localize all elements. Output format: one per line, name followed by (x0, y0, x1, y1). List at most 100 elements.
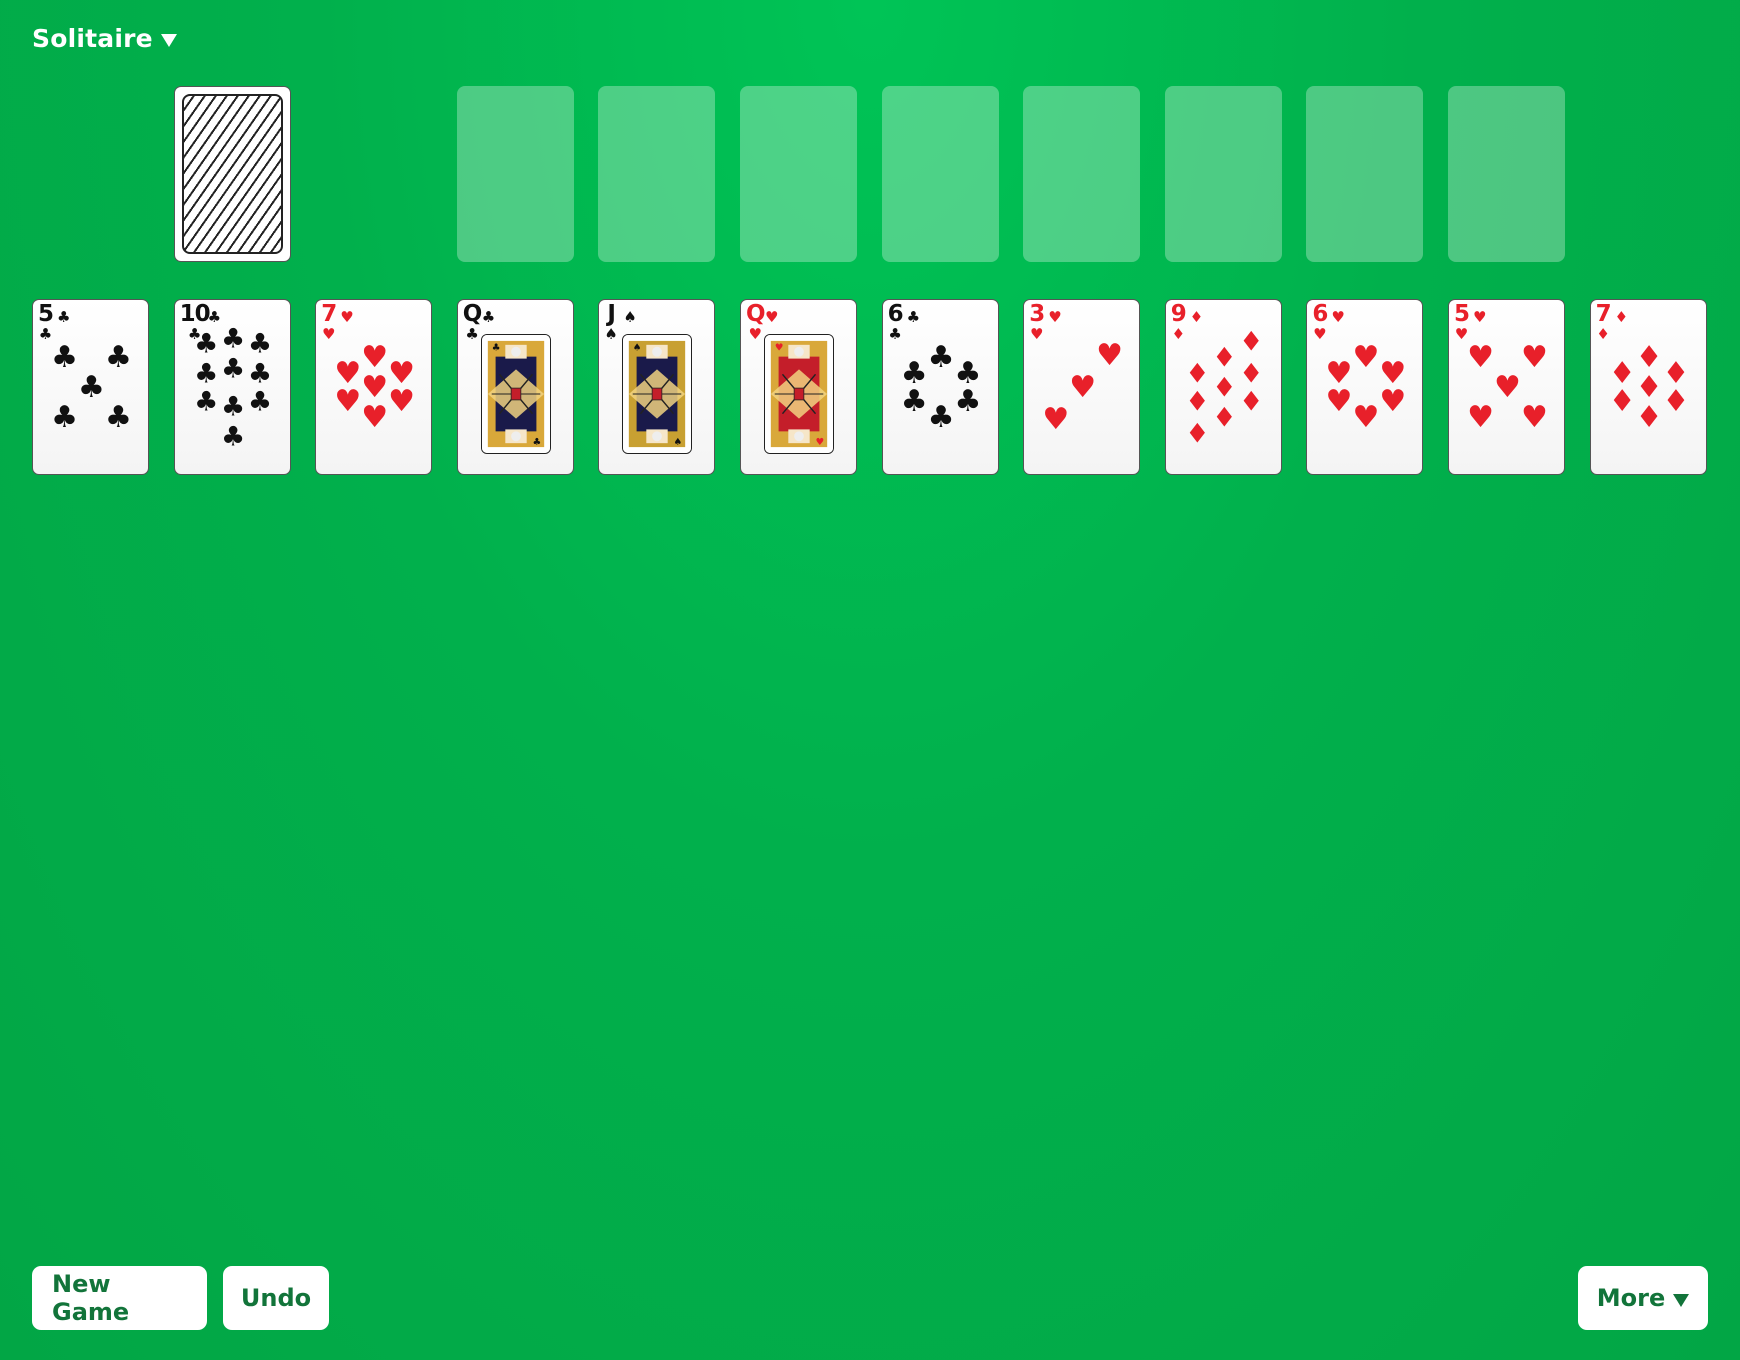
clubs-pip-icon: ♣ (247, 386, 273, 418)
clubs-icon: ♣ (465, 325, 479, 343)
playing-card[interactable]: 10 ♣ ♣ ♣ ♣ ♣ ♣ ♣ ♣ ♣ ♣ ♣ ♣ (173, 299, 291, 475)
clubs-icon: ♣ (481, 308, 496, 326)
card-rank: 7 (1595, 301, 1612, 327)
hearts-pip-icon: ♥ (361, 340, 389, 376)
foundation-slot[interactable] (740, 86, 857, 262)
svg-text:♣: ♣ (532, 437, 541, 448)
diamonds-pip-icon: ♦ (1635, 340, 1663, 376)
diamonds-pip-icon: ♦ (1212, 372, 1237, 404)
card-corner-index: 6 ♥ (1312, 301, 1328, 343)
foundation-slot[interactable] (598, 86, 716, 262)
card-rank: 10 (179, 301, 211, 327)
card-rank: 9 (1170, 301, 1187, 327)
diamonds-pip-icon: ♦ (1608, 384, 1636, 420)
clubs-pip-icon: ♣ (78, 370, 105, 405)
stock-pile[interactable] (174, 86, 291, 262)
card-corner-index: 5 ♣ (38, 303, 54, 342)
foundation-slot[interactable] (1448, 86, 1565, 262)
clubs-pip-icon: ♣ (51, 399, 79, 435)
playing-card[interactable]: 6 ♥ ♥ ♥ ♥ ♥ ♥ ♥ ♥ (1306, 299, 1424, 475)
hearts-icon: ♥ (1473, 308, 1487, 326)
svg-text:♥: ♥ (816, 437, 825, 448)
card-rank: Q (462, 301, 483, 327)
hearts-pip-icon: ♥ (1352, 340, 1380, 376)
caret-down-icon (160, 34, 177, 47)
clubs-pip-icon: ♣ (104, 399, 132, 435)
playing-card[interactable]: 7 ♥ ♥ ♥ ♥ ♥ ♥ ♥ ♥ ♥ (315, 299, 433, 475)
foundation-slot[interactable] (881, 86, 999, 262)
clubs-pip-icon: ♣ (927, 340, 955, 376)
card-corner-index: J ♠ (604, 303, 617, 342)
playing-card[interactable]: J ♠ ♠ ♠ ♠ (598, 299, 716, 475)
hearts-pip-icon: ♥ (361, 399, 389, 435)
svg-text:♠: ♠ (674, 437, 683, 448)
playing-card[interactable]: Q ♥ ♥ ♥ ♥ (740, 299, 857, 475)
clubs-pip-icon: ♣ (220, 421, 246, 453)
playing-card[interactable]: 9 ♦ ♦ ♦ ♦ ♦ ♦ ♦ ♦ ♦ ♦ ♦ (1164, 299, 1282, 475)
diamonds-icon: ♦ (1614, 308, 1629, 326)
clubs-icon: ♣ (906, 308, 921, 326)
hearts-pip-icon: ♥ (1467, 340, 1495, 376)
hearts-icon: ♥ (340, 308, 354, 326)
clubs-pip-icon: ♣ (247, 358, 273, 390)
hearts-pip-icon: ♥ (1325, 384, 1353, 420)
card-corner-index: 6 ♣ (887, 301, 904, 343)
hearts-icon: ♥ (765, 308, 779, 326)
hearts-pip-icon: ♥ (334, 384, 362, 420)
game-menu[interactable]: Solitaire (32, 24, 177, 53)
playing-card[interactable]: 7 ♦ ♦ ♦ ♦ ♦ ♦ ♦ ♦ ♦ (1589, 299, 1707, 475)
playing-card[interactable]: 6 ♣ ♣ ♣ ♣ ♣ ♣ ♣ ♣ (881, 299, 999, 475)
face-card-art: ♥ ♥ (764, 334, 834, 454)
spades-icon: ♠ (623, 308, 637, 326)
clubs-icon: ♣ (888, 325, 902, 343)
card-corner-index: 5 ♥ (1454, 301, 1470, 342)
clubs-icon: ♣ (57, 308, 71, 326)
foundation-slot[interactable] (1306, 86, 1424, 262)
game-title: Solitaire (32, 24, 153, 53)
card-rank: 6 (1312, 301, 1328, 327)
face-card-art: ♣ ♣ (480, 334, 551, 454)
card-rank: 3 (1029, 301, 1045, 327)
svg-text:♣: ♣ (492, 343, 501, 354)
diamonds-pip-icon: ♦ (1635, 399, 1663, 435)
playing-card[interactable]: Q ♣ ♣ ♣ ♣ (456, 299, 574, 475)
foundation-slot[interactable] (1164, 86, 1282, 262)
card-corner-index: 3 ♥ (1029, 301, 1045, 342)
card-rank: 7 (321, 301, 337, 327)
clubs-pip-icon: ♣ (220, 391, 246, 423)
diamonds-icon: ♦ (1171, 325, 1186, 343)
svg-text:♥: ♥ (775, 343, 784, 354)
playing-card[interactable]: 5 ♥ ♥ ♥ ♥ ♥ ♥ ♥ (1448, 299, 1565, 475)
card-corner-index: 9 ♦ (1170, 301, 1187, 343)
diamonds-icon: ♦ (1596, 325, 1610, 343)
caret-down-icon (1673, 1293, 1690, 1307)
diamonds-pip-icon: ♦ (1185, 386, 1210, 418)
spades-icon: ♠ (604, 325, 618, 343)
clubs-pip-icon: ♣ (900, 384, 928, 420)
card-rank: 6 (887, 301, 904, 327)
card-corner-index: Q ♣ (462, 301, 483, 343)
card-corner-index: 7 ♦ (1595, 301, 1612, 343)
playing-card[interactable]: 5 ♣ ♣ ♣ ♣ ♣ ♣ ♣ (32, 299, 149, 475)
hearts-pip-icon: ♥ (1069, 370, 1097, 405)
diamonds-pip-icon: ♦ (1239, 358, 1264, 390)
hearts-pip-icon: ♥ (1352, 399, 1380, 435)
new-game-button[interactable]: New Game (32, 1266, 207, 1330)
more-button[interactable]: More (1578, 1266, 1708, 1330)
clubs-pip-icon: ♣ (220, 353, 246, 385)
foundation-slot[interactable] (456, 86, 574, 262)
clubs-pip-icon: ♣ (51, 340, 79, 376)
card-rank: J (607, 301, 616, 327)
clubs-pip-icon: ♣ (220, 323, 246, 355)
foundation-slot[interactable] (1023, 86, 1141, 262)
svg-text:♠: ♠ (633, 343, 642, 354)
hearts-icon: ♥ (1313, 325, 1327, 343)
diamonds-pip-icon: ♦ (1635, 370, 1663, 405)
card-rank: 5 (1454, 301, 1470, 327)
more-label: More (1596, 1284, 1666, 1312)
hearts-icon: ♥ (321, 325, 336, 343)
diamonds-pip-icon: ♦ (1212, 342, 1237, 374)
playing-card[interactable]: 3 ♥ ♥ ♥ ♥ ♥ (1023, 299, 1141, 475)
undo-button[interactable]: Undo (223, 1266, 329, 1330)
card-corner-index: Q ♥ (746, 303, 766, 342)
